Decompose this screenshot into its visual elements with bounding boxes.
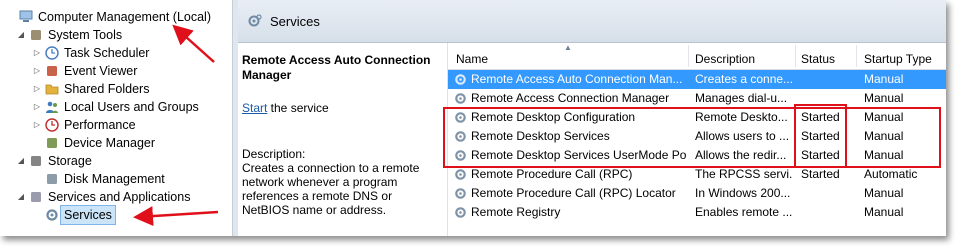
arrow-to-computer-management <box>172 24 215 63</box>
annotation-arrows <box>133 24 219 227</box>
computer-management-window: Computer Management (Local) ◢ System Tools… <box>0 0 946 236</box>
arrow-to-services <box>133 206 219 227</box>
